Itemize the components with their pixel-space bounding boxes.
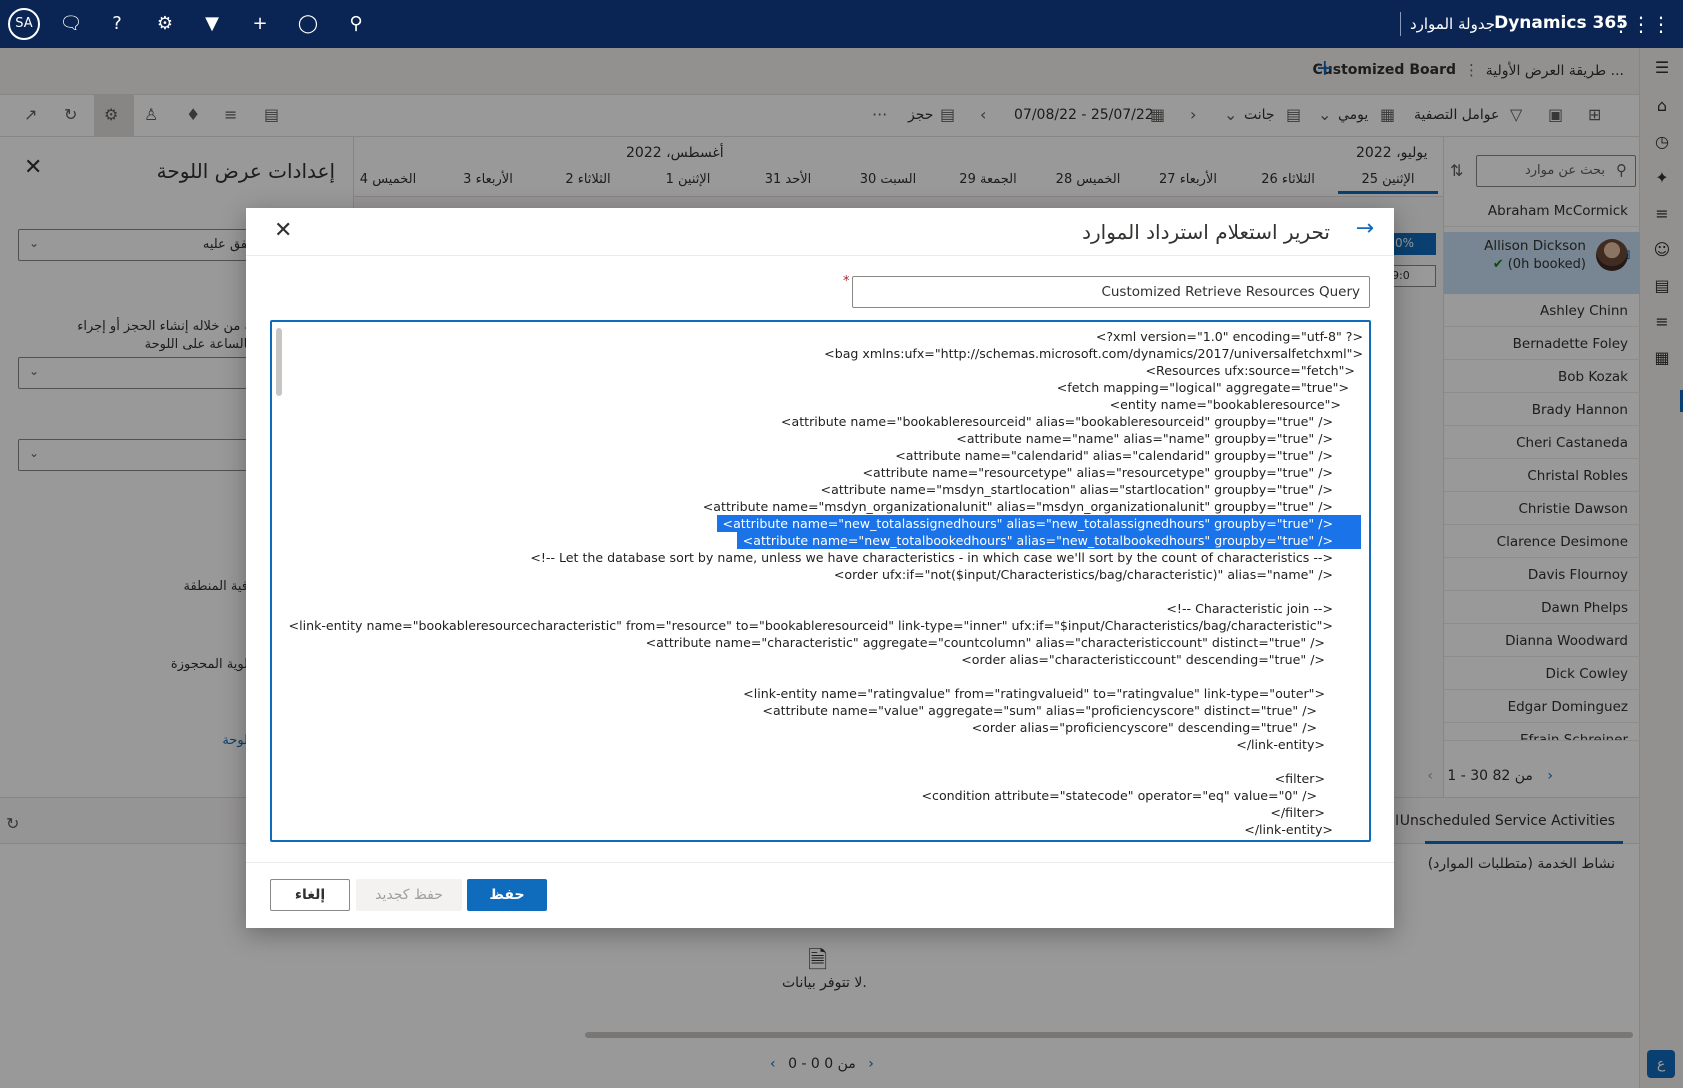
code-line: <order ufx:if="not($input/Characteristic… xyxy=(833,567,1333,582)
code-line: </link-entity> xyxy=(1236,737,1325,752)
divider xyxy=(1400,12,1401,36)
lightbulb-icon[interactable]: ◯ xyxy=(294,10,322,38)
help-icon[interactable]: ? xyxy=(103,10,131,38)
filter-icon[interactable]: ▼ xyxy=(198,10,226,38)
save-button[interactable]: حفظ xyxy=(467,879,547,911)
required-indicator: * xyxy=(843,274,850,289)
code-line: <!-- Characteristic join --> xyxy=(1166,601,1333,616)
top-navigation-bar: SA 🗨 ? ⚙ ▼ + ◯ ⚲ جدولة الموارد Dynamics … xyxy=(0,0,1683,48)
code-line: <bag xmlns:ufx="http://schemas.microsoft… xyxy=(824,346,1363,361)
selected-text: <attribute name="new_totalassignedhours"… xyxy=(716,515,1361,532)
cancel-button[interactable]: إلغاء xyxy=(270,879,350,911)
app-name[interactable]: جدولة الموارد xyxy=(1410,15,1495,33)
app-launcher-icon[interactable]: ⋮⋮⋮ xyxy=(1611,12,1671,36)
code-line: <entity name="bookableresource"> xyxy=(1109,397,1341,412)
back-arrow-icon[interactable]: → xyxy=(1356,216,1374,241)
dialog-header: ✕ تحرير استعلام استرداد الموارد → xyxy=(246,208,1394,256)
user-avatar[interactable]: SA xyxy=(8,8,40,40)
code-line: <order alias="characteristiccount" desce… xyxy=(961,652,1325,667)
code-line: <attribute name="name" alias="name" grou… xyxy=(956,431,1333,446)
code-line: <order alias="proficiencyscore" descendi… xyxy=(971,720,1317,735)
settings-icon[interactable]: ⚙ xyxy=(151,10,179,38)
code-line: <condition attribute="statecode" operato… xyxy=(921,788,1317,803)
code-line: <?xml version="1.0" encoding="utf-8" ?> xyxy=(1095,329,1363,344)
code-line: <Resources ufx:source="fetch"> xyxy=(1145,363,1355,378)
code-line: <link-entity name="bookableresourcechara… xyxy=(288,618,1333,633)
code-line: </link-entity> xyxy=(1244,822,1333,837)
add-icon[interactable]: + xyxy=(246,10,274,38)
code-line: </filter> xyxy=(1270,805,1325,820)
selected-text: <attribute name="new_totalbookedhours" a… xyxy=(736,532,1361,549)
xml-query-editor[interactable]: <?xml version="1.0" encoding="utf-8" ?> … xyxy=(270,320,1371,842)
xml-code-lines: <?xml version="1.0" encoding="utf-8" ?> … xyxy=(279,328,1369,838)
code-line: <attribute name="resourcetype" alias="re… xyxy=(862,465,1334,480)
code-line: <attribute name="msdyn_startlocation" al… xyxy=(820,482,1333,497)
code-line: <attribute name="msdyn_organizationaluni… xyxy=(702,499,1333,514)
code-line: <attribute name="value" aggregate="sum" … xyxy=(762,703,1317,718)
save-as-new-button[interactable]: حفظ كجديد xyxy=(356,879,462,911)
search-icon[interactable]: ⚲ xyxy=(342,10,370,38)
code-line: <attribute name="characteristic" aggrega… xyxy=(645,635,1325,650)
code-line: <fetch mapping="logical" aggregate="true… xyxy=(1056,380,1349,395)
dialog-title: تحرير استعلام استرداد الموارد xyxy=(1082,220,1330,244)
chat-icon[interactable]: 🗨 xyxy=(57,10,85,38)
code-line: <!-- Let the database sort by name, unle… xyxy=(530,550,1333,565)
code-line: <link-entity name="ratingvalue" from="ra… xyxy=(743,686,1325,701)
query-name-input[interactable]: Customized Retrieve Resources Query xyxy=(852,276,1370,308)
dialog-footer: إلغاء حفظ كجديد حفظ xyxy=(246,862,1394,928)
close-icon[interactable]: ✕ xyxy=(274,218,292,243)
code-line: <attribute name="calendarid" alias="cale… xyxy=(895,448,1333,463)
edit-retrieve-resources-query-dialog: ✕ تحرير استعلام استرداد الموارد → * Cust… xyxy=(246,208,1394,928)
brand-title[interactable]: Dynamics 365 xyxy=(1494,13,1628,33)
code-line: <attribute name="bookableresourceid" ali… xyxy=(780,414,1333,429)
code-line-selected: <attribute name="new_totalassignedhours"… xyxy=(279,515,1369,532)
code-line: <filter> xyxy=(1274,771,1325,786)
code-line-selected: <attribute name="new_totalbookedhours" a… xyxy=(279,532,1369,549)
